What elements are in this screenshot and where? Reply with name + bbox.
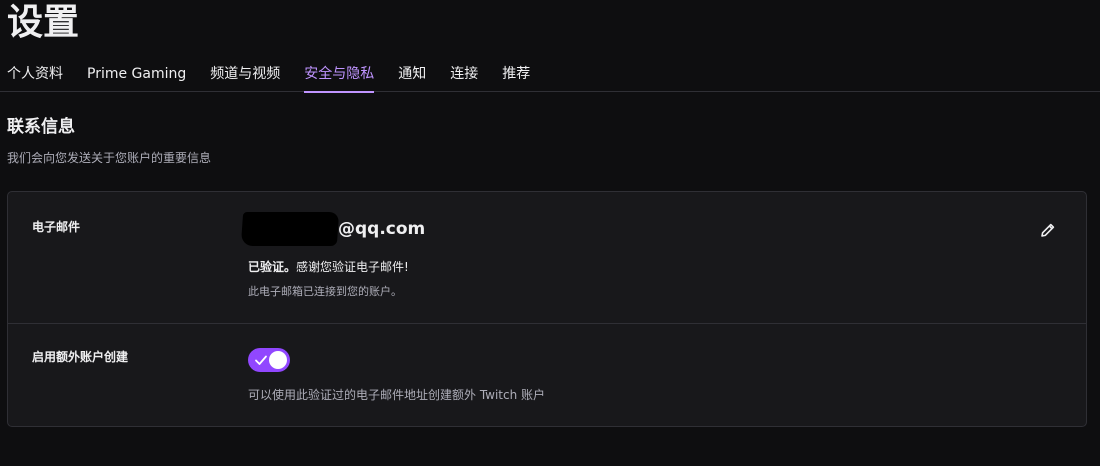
section-title: 联系信息 — [7, 117, 75, 137]
extra-accounts-description: 可以使用此验证过的电子邮件地址创建额外 Twitch 账户 — [248, 388, 546, 402]
verified-bold: 已验证。 — [248, 260, 297, 274]
tab-recommendations[interactable]: 推荐 — [502, 58, 530, 91]
page-title: 设置 — [7, 2, 80, 43]
tab-channel-videos[interactable]: 频道与视频 — [210, 58, 280, 91]
section-subtitle: 我们会向您发送关于您账户的重要信息 — [7, 151, 212, 165]
toggle-knob — [269, 351, 287, 369]
extra-accounts-row: 启用额外账户创建 可以使用此验证过的电子邮件地址创建额外 Twitch 账户 — [8, 324, 1086, 426]
email-row: 电子邮件 @qq.com 已验证。感谢您验证电子邮件! 此电子邮箱已连接到您的账… — [8, 192, 1086, 324]
settings-tabs: 个人资料 Prime Gaming 频道与视频 安全与隐私 通知 连接 推荐 — [0, 58, 1100, 93]
tab-notifications[interactable]: 通知 — [398, 58, 426, 91]
extra-accounts-toggle[interactable] — [248, 348, 290, 372]
tab-profile[interactable]: 个人资料 — [7, 58, 63, 91]
edit-email-button[interactable] — [1038, 220, 1058, 240]
email-label: 电子邮件 — [32, 220, 81, 234]
email-redaction — [240, 212, 340, 246]
tab-connections[interactable]: 连接 — [450, 58, 478, 91]
verified-text: 感谢您验证电子邮件! — [296, 260, 409, 274]
email-connected-text: 此电子邮箱已连接到您的账户。 — [248, 285, 402, 298]
email-value: @qq.com — [338, 219, 426, 239]
tab-security-privacy[interactable]: 安全与隐私 — [304, 58, 375, 93]
email-verified-status: 已验证。感谢您验证电子邮件! — [248, 258, 409, 275]
check-icon — [255, 355, 267, 365]
tab-prime-gaming[interactable]: Prime Gaming — [87, 58, 186, 91]
pencil-icon — [1041, 223, 1055, 237]
extra-accounts-label: 启用额外账户创建 — [32, 350, 129, 364]
contact-card: 电子邮件 @qq.com 已验证。感谢您验证电子邮件! 此电子邮箱已连接到您的账… — [7, 191, 1087, 427]
